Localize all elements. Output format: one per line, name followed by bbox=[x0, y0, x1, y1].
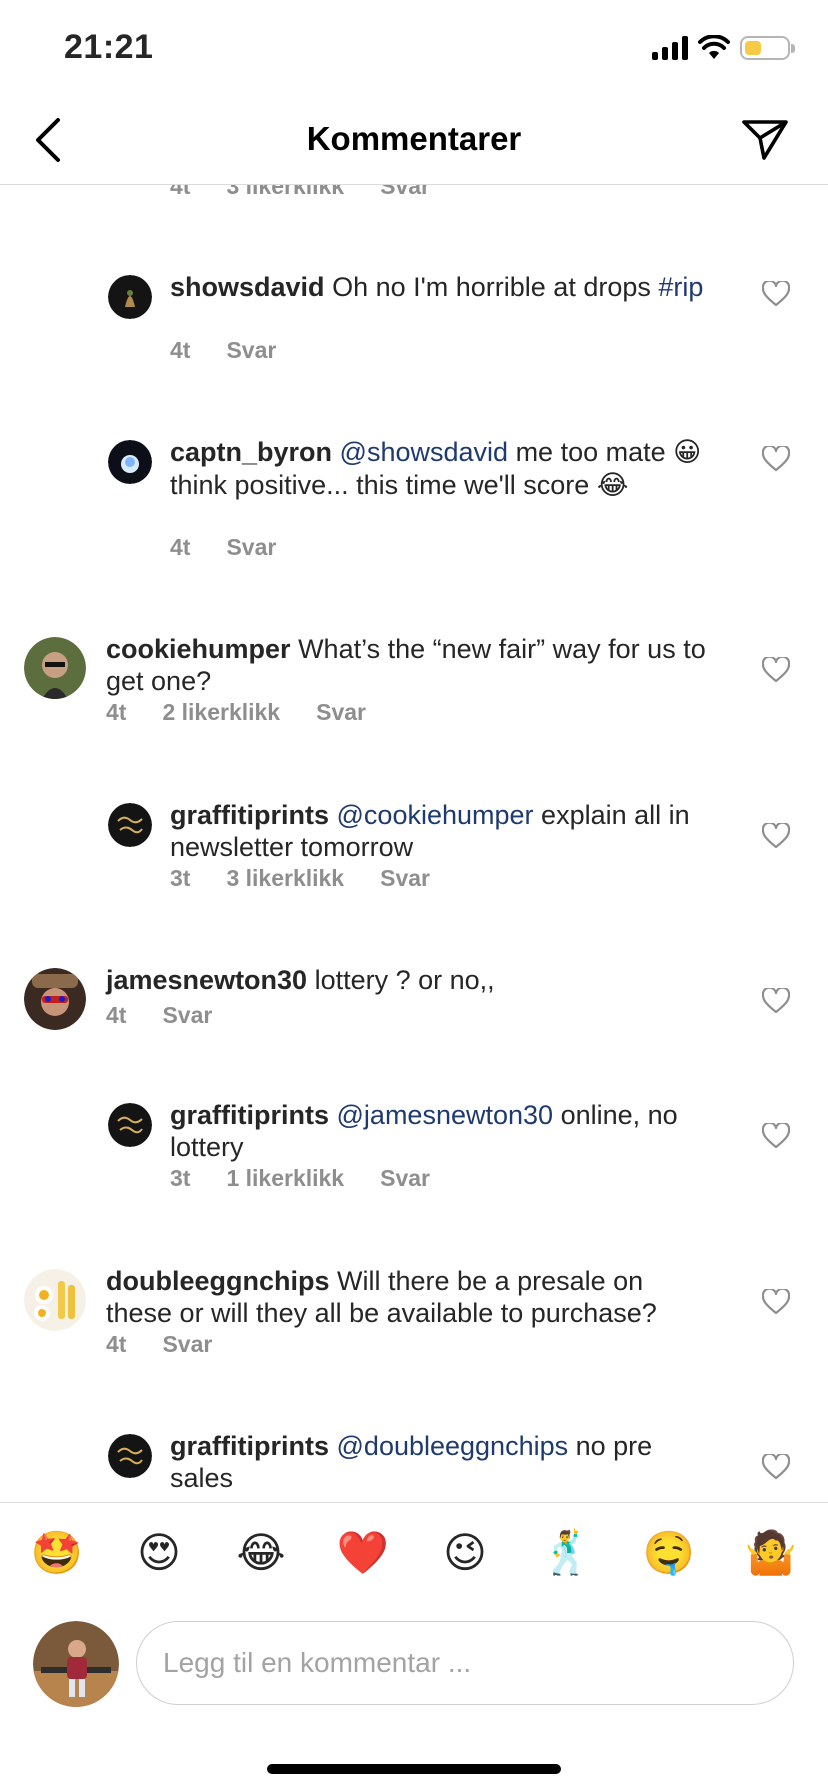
emoji-button-tears-of-joy[interactable]: 😂 bbox=[221, 1528, 301, 1577]
heart-outline-icon[interactable] bbox=[762, 1123, 790, 1149]
emoji-quick-bar: 🤩 😍 😂 ❤️ 😉 🕺 🤤 🤷 bbox=[0, 1502, 828, 1602]
comment-meta: 4t Svar bbox=[170, 337, 276, 364]
comment-text: captn_byron @showsdavid me too mate 😀 th… bbox=[170, 436, 730, 502]
heart-outline-icon[interactable] bbox=[762, 1289, 790, 1315]
comment-meta: 3t 1 likerklikk Svar bbox=[170, 1165, 430, 1192]
comment-meta: 3t 3 likerklikk Svar bbox=[170, 865, 430, 892]
status-icons bbox=[652, 34, 795, 62]
mention-link[interactable]: @cookiehumper bbox=[337, 800, 534, 830]
avatar[interactable] bbox=[108, 275, 152, 319]
avatar[interactable] bbox=[24, 968, 86, 1030]
reply-button[interactable]: Svar bbox=[226, 534, 276, 561]
comment-time: 4t bbox=[170, 337, 191, 363]
comment-time: 4t bbox=[106, 1002, 127, 1028]
avatar[interactable] bbox=[108, 1434, 152, 1478]
emoji-button-wink[interactable]: 😉 bbox=[425, 1528, 505, 1577]
mention-link[interactable]: @doubleeggnchips bbox=[337, 1431, 569, 1461]
hashtag-link[interactable]: #rip bbox=[658, 272, 703, 302]
heart-outline-icon[interactable] bbox=[762, 446, 790, 472]
comment-username[interactable]: doubleeggnchips bbox=[106, 1266, 330, 1296]
reply-button[interactable]: Svar bbox=[226, 337, 276, 364]
avatar[interactable] bbox=[24, 1269, 86, 1331]
comment-username[interactable]: graffitiprints bbox=[170, 1431, 329, 1461]
comment-time: 4t bbox=[170, 534, 191, 560]
tears-of-joy-emoji: 😂 bbox=[596, 470, 629, 501]
header-bar: Kommentarer bbox=[0, 96, 828, 185]
avatar bbox=[33, 1621, 119, 1707]
cellular-signal-icon bbox=[652, 36, 688, 60]
comment-username[interactable]: jamesnewton30 bbox=[106, 965, 307, 995]
comment-meta: 4t Svar bbox=[106, 1002, 212, 1029]
home-indicator[interactable] bbox=[267, 1764, 561, 1774]
reply-button[interactable]: Svar bbox=[162, 1331, 212, 1358]
emoji-button-star-struck[interactable]: 🤩 bbox=[17, 1528, 97, 1578]
status-time: 21:21 bbox=[64, 28, 154, 66]
comment-input[interactable] bbox=[136, 1621, 794, 1705]
comment-body: me too mate bbox=[515, 437, 666, 467]
emoji-button-heart-eyes[interactable]: 😍 bbox=[119, 1528, 199, 1577]
comments-list[interactable]: 4t 3 likerklikk Svar showsdavid Oh no I'… bbox=[0, 185, 828, 1502]
reply-button[interactable]: Svar bbox=[380, 865, 430, 892]
comment-time: 4t bbox=[106, 699, 127, 725]
heart-outline-icon[interactable] bbox=[762, 1454, 790, 1480]
comment-username[interactable]: cookiehumper bbox=[106, 634, 291, 664]
comment-likes[interactable]: 2 likerklikk bbox=[162, 699, 280, 726]
heart-outline-icon[interactable] bbox=[762, 281, 790, 307]
comment-time: 4t bbox=[170, 185, 191, 199]
comment-meta: 4t 2 likerklikk Svar bbox=[106, 699, 366, 726]
comment-meta: 4t 3 likerklikk Svar bbox=[170, 185, 430, 200]
comment-username[interactable]: captn_byron bbox=[170, 437, 332, 467]
page-title: Kommentarer bbox=[306, 120, 522, 157]
reply-button[interactable]: Svar bbox=[380, 1165, 430, 1192]
avatar[interactable] bbox=[108, 803, 152, 847]
comment-likes[interactable]: 1 likerklikk bbox=[226, 1165, 344, 1192]
comment-composer bbox=[0, 1603, 828, 1723]
emoji-button-drooling[interactable]: 🤤 bbox=[629, 1528, 709, 1578]
mention-link[interactable]: @showsdavid bbox=[340, 437, 509, 467]
comment-username[interactable]: graffitiprints bbox=[170, 1100, 329, 1130]
comment-text: cookiehumper What’s the “new fair” way f… bbox=[106, 633, 706, 697]
comment-time: 3t bbox=[170, 865, 191, 891]
heart-outline-icon[interactable] bbox=[762, 823, 790, 849]
avatar[interactable] bbox=[108, 1103, 152, 1147]
reply-button[interactable]: Svar bbox=[162, 1002, 212, 1029]
wifi-icon bbox=[698, 35, 730, 59]
comment-likes[interactable]: 3 likerklikk bbox=[226, 185, 344, 200]
comment-text: jamesnewton30 lottery ? or no,, bbox=[106, 964, 706, 996]
comment-meta: 4t Svar bbox=[170, 534, 276, 561]
comment-body: think positive... this time we'll score bbox=[170, 470, 590, 500]
comment-likes[interactable]: 3 likerklikk bbox=[226, 865, 344, 892]
comment-text: showsdavid Oh no I'm horrible at drops #… bbox=[170, 271, 730, 303]
grinning-face-emoji: 😀 bbox=[673, 437, 702, 468]
comment-text: graffitiprints @doubleeggnchips no pre s… bbox=[170, 1430, 710, 1494]
comment-meta: 4t Svar bbox=[106, 1331, 212, 1358]
heart-outline-icon[interactable] bbox=[762, 988, 790, 1014]
avatar[interactable] bbox=[24, 637, 86, 699]
reply-button[interactable]: Svar bbox=[316, 699, 366, 726]
paper-plane-icon[interactable] bbox=[740, 114, 790, 164]
comment-username[interactable]: showsdavid bbox=[170, 272, 325, 302]
avatar[interactable] bbox=[108, 440, 152, 484]
comment-text: doubleeggnchips Will there be a presale … bbox=[106, 1265, 706, 1329]
emoji-button-red-heart[interactable]: ❤️ bbox=[323, 1528, 403, 1578]
emoji-button-dancer[interactable]: 🕺 bbox=[527, 1528, 607, 1578]
comment-text: graffitiprints @cookiehumper explain all… bbox=[170, 799, 710, 863]
mention-link[interactable]: @jamesnewton30 bbox=[337, 1100, 554, 1130]
comment-body: lottery ? or no,, bbox=[314, 965, 495, 995]
comment-text: graffitiprints @jamesnewton30 online, no… bbox=[170, 1099, 730, 1163]
heart-outline-icon[interactable] bbox=[762, 657, 790, 683]
comment-time: 3t bbox=[170, 1165, 191, 1191]
comment-time: 4t bbox=[106, 1331, 127, 1357]
status-bar: 21:21 bbox=[0, 0, 828, 96]
reply-button[interactable]: Svar bbox=[380, 185, 430, 200]
comment-username[interactable]: graffitiprints bbox=[170, 800, 329, 830]
battery-icon bbox=[740, 36, 795, 60]
comment-body: Oh no I'm horrible at drops bbox=[332, 272, 651, 302]
emoji-button-shrug[interactable]: 🤷 bbox=[731, 1528, 811, 1578]
